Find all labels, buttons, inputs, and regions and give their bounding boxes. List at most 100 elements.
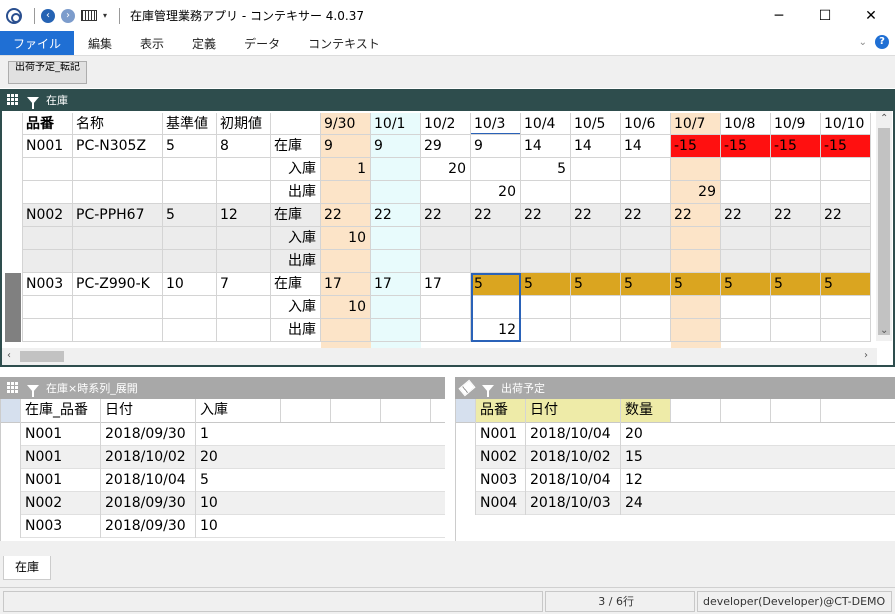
filter-icon[interactable] [27,384,39,397]
grid-cell[interactable]: 22 [721,204,771,227]
grid-cell[interactable]: 12 [621,469,671,492]
item-name[interactable]: PC-Z990-K [73,273,163,296]
grid-cell[interactable]: N002 [476,446,526,469]
grid-cell[interactable]: 2018/09/30 [101,492,196,515]
grid-cell[interactable]: 5 [771,273,821,296]
grid-cell[interactable] [321,181,371,204]
item-code[interactable]: N003 [23,273,73,296]
grid-cell[interactable]: 17 [321,273,371,296]
column-header[interactable]: 在庫_品番 [21,399,101,423]
grid-cell[interactable] [571,296,621,319]
grid-cell[interactable] [521,250,571,273]
scroll-left-icon[interactable]: ‹ [7,350,11,361]
grid-cell[interactable]: 29 [671,181,721,204]
grid-cell[interactable] [771,319,821,342]
grid-cell[interactable]: 22 [371,204,421,227]
grid-cell[interactable] [821,319,871,342]
grid-cell[interactable] [571,227,621,250]
grid-icon[interactable] [7,94,19,106]
grid-cell[interactable] [421,250,471,273]
grid-cell[interactable]: 2018/09/30 [101,423,196,446]
column-header[interactable]: 日付 [101,399,196,423]
grid-cell[interactable] [621,181,671,204]
grid-cell[interactable]: 17 [421,273,471,296]
grid-cell[interactable] [821,296,871,319]
grid-cell[interactable]: N001 [21,446,101,469]
keyboard-icon[interactable] [81,10,97,21]
grid-cell[interactable]: 1 [196,423,281,446]
item-standard[interactable]: 10 [163,273,217,296]
column-header[interactable]: 初期値 [217,113,271,135]
chevron-down-icon[interactable]: ⌄ [859,37,867,48]
grid-cell[interactable]: 5 [196,469,281,492]
grid-cell[interactable] [471,250,521,273]
grid-cell[interactable]: 14 [521,135,571,158]
grid-cell[interactable] [771,158,821,181]
grid-cell[interactable]: N001 [21,469,101,492]
column-header[interactable]: 品番 [476,399,526,423]
grid-cell[interactable] [571,250,621,273]
grid-cell[interactable] [521,181,571,204]
post-shipment-button[interactable]: 出荷予定_転記 [8,61,87,84]
maximize-button[interactable]: ☐ [802,0,848,31]
date-header[interactable]: 10/10 [821,113,871,135]
column-header[interactable] [271,113,321,135]
grid-cell[interactable] [421,296,471,319]
grid-cell[interactable]: 2018/10/04 [526,469,621,492]
grid-cell[interactable]: 22 [571,204,621,227]
item-standard[interactable]: 5 [163,204,217,227]
scroll-thumb[interactable] [20,351,64,362]
grid-cell[interactable] [671,158,721,181]
shipments-grid[interactable]: 品番 日付 数量 N001 2018/10/04 20 N002 2018/10/02 15 N0… [455,399,895,541]
grid-cell[interactable]: N001 [476,423,526,446]
date-header[interactable]: 10/8 [721,113,771,135]
grid-cell[interactable]: 5 [621,273,671,296]
grid-cell[interactable] [671,227,721,250]
grid-cell[interactable]: 20 [471,181,521,204]
menu-view[interactable]: 表示 [126,31,178,55]
grid-cell[interactable]: N002 [21,492,101,515]
grid-cell[interactable] [521,296,571,319]
scroll-up-icon[interactable]: ⌃ [880,113,888,124]
date-header[interactable]: 10/7 [671,113,721,135]
menu-edit[interactable]: 編集 [74,31,126,55]
grid-cell[interactable] [721,227,771,250]
forward-icon[interactable]: › [61,8,75,23]
grid-cell[interactable]: 20 [421,158,471,181]
grid-cell[interactable]: 20 [621,423,671,446]
grid-cell[interactable] [721,181,771,204]
grid-cell[interactable]: 24 [621,492,671,515]
menu-define[interactable]: 定義 [178,31,230,55]
grid-cell[interactable]: 2018/10/04 [526,423,621,446]
grid-cell[interactable]: 14 [621,135,671,158]
grid-cell[interactable] [471,158,521,181]
menu-data[interactable]: データ [230,31,294,55]
grid-cell[interactable]: N004 [476,492,526,515]
grid-cell[interactable]: 17 [371,273,421,296]
grid-cell[interactable] [821,227,871,250]
close-button[interactable]: ✕ [848,0,894,31]
item-initial[interactable]: 7 [217,273,271,296]
pencil-icon[interactable] [458,379,476,397]
date-header[interactable]: 10/6 [621,113,671,135]
scroll-down-icon[interactable]: ⌄ [880,325,888,336]
scroll-thumb[interactable] [878,128,890,335]
grid-cell[interactable]: 5 [521,273,571,296]
grid-cell[interactable] [621,296,671,319]
chevron-down-icon[interactable]: ▾ [103,11,107,20]
grid-cell[interactable]: 2018/10/04 [101,469,196,492]
grid-cell[interactable] [421,319,471,342]
grid-cell[interactable] [371,319,421,342]
receipts-grid[interactable]: 在庫_品番 日付 入庫 N001 2018/09/30 1 N001 2018/10/02 20… [0,399,445,541]
vertical-scrollbar[interactable]: ⌃ ⌄ [876,111,892,341]
grid-cell[interactable] [621,227,671,250]
grid-cell[interactable]: 1 [321,158,371,181]
grid-cell[interactable]: 14 [571,135,621,158]
grid-cell[interactable] [721,250,771,273]
row-selector[interactable] [5,273,21,342]
horizontal-scrollbar[interactable]: ‹ › [2,348,877,365]
grid-cell[interactable]: 10 [321,227,371,250]
grid-cell[interactable] [771,227,821,250]
grid-cell[interactable] [321,319,371,342]
grid-cell[interactable]: 22 [471,204,521,227]
